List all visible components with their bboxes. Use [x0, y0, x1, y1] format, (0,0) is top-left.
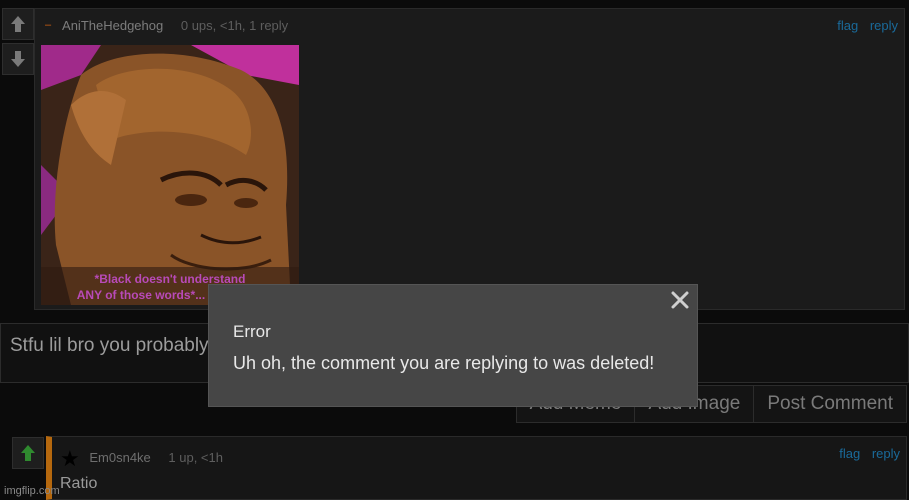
error-modal: Error Uh oh, the comment you are replyin… — [208, 284, 698, 407]
comment2-vote-column — [12, 437, 46, 472]
upvote-button[interactable] — [2, 8, 34, 40]
modal-message: Uh oh, the comment you are replying to w… — [233, 353, 655, 373]
comment-username[interactable]: AniTheHedgehog — [62, 18, 163, 33]
comment-text: Ratio — [60, 475, 98, 492]
arrow-down-icon — [11, 51, 25, 67]
imgflip-watermark: imgflip.com — [4, 485, 60, 497]
arrow-up-icon — [11, 16, 25, 32]
comment-meta: 1 up, <1h — [168, 450, 223, 465]
comment-actions: flag reply — [829, 18, 898, 33]
star-icon: – — [45, 19, 52, 31]
arrow-up-icon — [21, 445, 35, 461]
close-icon — [671, 291, 689, 309]
star-icon: ★ — [60, 446, 80, 471]
comment-header: – AniTheHedgehog 0 ups, <1h, 1 reply — [45, 18, 288, 33]
downvote-button[interactable] — [2, 43, 34, 75]
meme-caption-line2: ANY of those words*... — [77, 288, 205, 302]
modal-title: Error — [233, 322, 271, 341]
comment-header: ★ Em0sn4ke 1 up, <1h — [60, 446, 223, 472]
upvote-button[interactable] — [12, 437, 44, 469]
comment1-vote-column — [0, 8, 34, 78]
meme-illustration: *Black doesn't understand ANY of those w… — [41, 45, 299, 305]
post-comment-button[interactable]: Post Comment — [753, 385, 907, 423]
comment-meme-image[interactable]: *Black doesn't understand ANY of those w… — [41, 45, 299, 305]
comment-username[interactable]: Em0sn4ke — [89, 450, 150, 465]
reply-link[interactable]: reply — [872, 446, 900, 461]
flag-link[interactable]: flag — [837, 18, 858, 33]
comment-meta: 0 ups, <1h, 1 reply — [180, 18, 289, 33]
flag-link[interactable]: flag — [839, 446, 860, 461]
comment-2: ★ Em0sn4ke 1 up, <1h flag reply Ratio — [46, 436, 907, 500]
reply-text: Stfu lil bro you probably — [10, 335, 209, 356]
reply-link[interactable]: reply — [870, 18, 898, 33]
comment-actions: flag reply — [831, 446, 900, 461]
modal-close-button[interactable] — [669, 289, 691, 316]
comment-1: – AniTheHedgehog 0 ups, <1h, 1 reply fla… — [34, 8, 905, 310]
